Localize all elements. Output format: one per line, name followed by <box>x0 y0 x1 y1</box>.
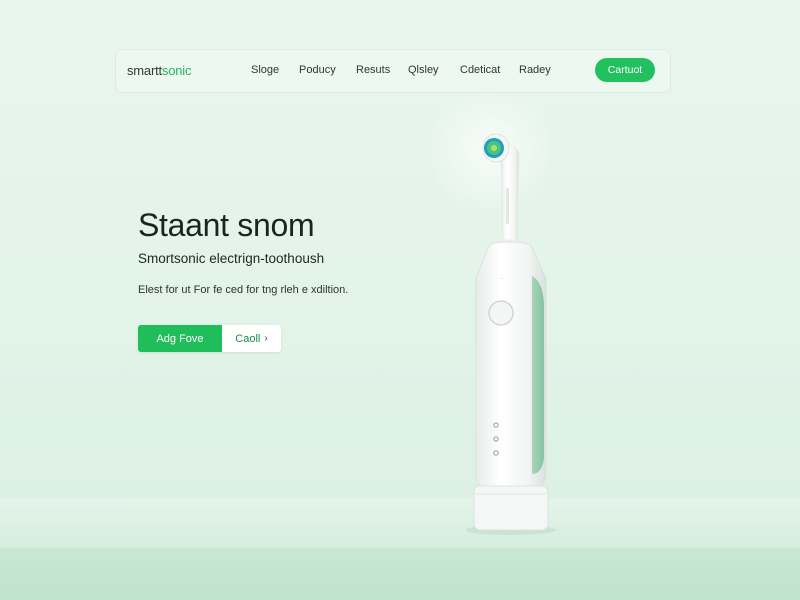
handle-grip <box>532 276 544 474</box>
nav-link-resuts[interactable]: Resuts <box>356 64 390 76</box>
chevron-right-icon: › <box>264 333 268 344</box>
add-to-cart-button[interactable]: Adg Fove <box>138 325 222 352</box>
hero-button-group: Adg Fove Caoll › <box>138 325 281 352</box>
hero-subtitle: Smortsonic electrign-toothoush <box>138 251 325 266</box>
page: smarttsonic Sloge Poducy Resuts Qlsley C… <box>0 0 800 600</box>
secondary-cta-label: Caoll <box>235 332 261 345</box>
secondary-cta-button[interactable]: Caoll › <box>222 325 281 352</box>
nav-link-cdeticat[interactable]: Cdeticat <box>460 64 500 76</box>
toothbrush-product-image: ~ <box>466 133 556 535</box>
brush-neck <box>500 145 520 241</box>
nav-link-qlsley[interactable]: Qlsley <box>408 64 439 76</box>
charging-base <box>473 485 549 531</box>
neck-groove <box>506 188 509 224</box>
hero-description: Elest for ut For fe ced for tng rleh e x… <box>138 284 349 296</box>
top-navbar: smarttsonic Sloge Poducy Resuts Qlsley C… <box>116 50 670 92</box>
bristles-center <box>491 145 497 151</box>
floor-edge <box>0 548 800 600</box>
nav-link-sloge[interactable]: Sloge <box>251 64 279 76</box>
nav-links: Sloge Poducy Resuts Qlsley Cdeticat Rade… <box>116 50 670 92</box>
nav-link-radey[interactable]: Radey <box>519 64 551 76</box>
nav-link-poducy[interactable]: Poducy <box>299 64 336 76</box>
power-button[interactable] <box>488 300 514 326</box>
contact-button[interactable]: Cartuot <box>595 58 655 82</box>
hero-title: Staant snom <box>138 207 315 243</box>
